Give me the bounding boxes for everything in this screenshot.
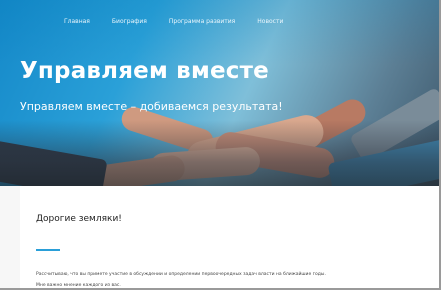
- page: Главная Биография Программа развития Нов…: [0, 0, 441, 290]
- nav-item-home[interactable]: Главная: [64, 18, 90, 25]
- hero-banner: Главная Биография Программа развития Нов…: [0, 0, 441, 186]
- nav-item-biography[interactable]: Биография: [112, 18, 147, 25]
- hero-title: Управляем вместе: [20, 58, 269, 84]
- nav-item-news[interactable]: Новости: [257, 18, 283, 25]
- content-card: Дорогие земляки! Рассчитываю, что вы при…: [20, 186, 441, 290]
- nav-item-development-program[interactable]: Программа развития: [169, 18, 235, 25]
- hero-subtitle: Управляем вместе – добиваемся результата…: [20, 100, 283, 113]
- accent-divider: [36, 249, 60, 251]
- main-nav: Главная Биография Программа развития Нов…: [64, 18, 283, 25]
- content-paragraph: Рассчитываю, что вы примете участие в об…: [36, 272, 326, 288]
- content-heading: Дорогие земляки!: [36, 214, 122, 224]
- hero-shade: [0, 120, 441, 186]
